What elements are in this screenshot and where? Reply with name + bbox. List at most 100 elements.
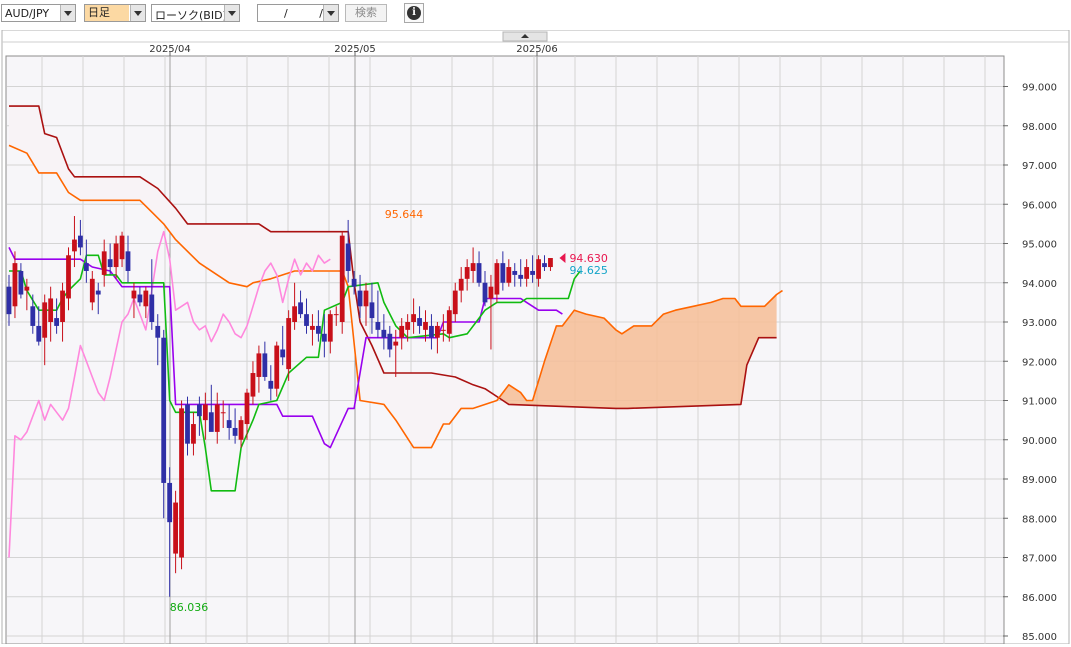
search-button[interactable]: 検索 (345, 4, 387, 22)
candle-down (185, 404, 190, 444)
candle-up (310, 325, 315, 330)
candle-up (48, 298, 54, 322)
chart-kind-value: ローソク(BID) (155, 9, 227, 22)
y-tick-label: 87.000 (1022, 554, 1057, 565)
candle-down (369, 302, 375, 319)
candle-up (286, 318, 292, 370)
candle-up (42, 302, 48, 338)
candle-up (411, 314, 416, 322)
candle-down (149, 294, 155, 322)
candle-up (250, 373, 256, 397)
candle-down (226, 420, 232, 428)
candle-up (191, 424, 196, 444)
candle-down (125, 251, 131, 271)
candle-up (488, 286, 494, 299)
candle-up (536, 259, 541, 279)
candle-down (137, 294, 143, 303)
x-tick-label: 2025/04 (149, 44, 191, 55)
y-tick-label: 89.000 (1022, 475, 1057, 486)
candle-up (327, 314, 333, 342)
candle-down (6, 286, 12, 315)
chevron-down-icon (130, 5, 145, 21)
candle-up (464, 267, 470, 279)
y-tick-label: 95.000 (1022, 240, 1057, 251)
candle-down (316, 325, 321, 334)
candle-down (500, 263, 506, 283)
date-input[interactable]: / / (257, 4, 339, 22)
info-icon: i (407, 6, 421, 20)
candle-down (36, 325, 42, 342)
candlestick-chart[interactable]: 99.000 98.000 97.000 96.000 95.000 94.000 93.0… (0, 29, 1071, 645)
chevron-down-icon (323, 5, 338, 21)
candle-up (274, 345, 280, 389)
low-price-label: 86.036 (170, 601, 209, 614)
candle-down (298, 302, 303, 315)
candle-down (54, 318, 59, 326)
candle-down (83, 263, 89, 271)
candle-up (113, 243, 119, 268)
candle-up (470, 263, 476, 271)
chevron-down-icon (60, 5, 75, 21)
candle-down (262, 353, 268, 377)
candle-up (131, 290, 137, 299)
candle-down (518, 274, 524, 279)
candle-down (381, 329, 387, 338)
candle-up (494, 263, 500, 295)
candle-up (423, 322, 428, 330)
timeframe-select[interactable]: 日足 (84, 4, 146, 22)
x-tick-label: 2025/05 (334, 44, 376, 55)
candle-down (345, 243, 351, 271)
candle-down (208, 412, 214, 432)
candle-up (440, 329, 446, 331)
candle-down (155, 325, 161, 338)
y-tick-label: 97.000 (1022, 161, 1057, 172)
candle-up (548, 258, 553, 268)
y-tick-label: 86.000 (1022, 593, 1057, 604)
candle-up (435, 325, 440, 338)
candle-down (417, 318, 422, 326)
info-button[interactable]: i (404, 3, 424, 23)
candle-up (72, 239, 77, 252)
y-tick-label: 91.000 (1022, 397, 1057, 408)
symbol-select[interactable]: AUD/JPY (1, 4, 76, 22)
candle-down (482, 282, 488, 303)
candle-up (458, 278, 464, 291)
candle-down (375, 322, 381, 330)
chart-kind-select[interactable]: ローソク(BID) (151, 4, 240, 22)
candle-up (399, 325, 405, 338)
candle-up (238, 420, 244, 440)
high-price-label: 95.644 (385, 208, 424, 221)
candle-down (357, 290, 363, 307)
y-tick-label: 96.000 (1022, 200, 1057, 211)
candle-up (393, 341, 399, 346)
candle-down (476, 263, 482, 283)
candle-up (66, 255, 71, 299)
candle-down (107, 259, 113, 268)
candle-up (202, 404, 208, 421)
candle-up (256, 353, 262, 377)
plot-area (5, 55, 1005, 645)
candle-down (167, 482, 173, 523)
candle-up (173, 502, 178, 554)
candle-up (292, 306, 297, 322)
symbol-value: AUD/JPY (5, 7, 50, 20)
candle-up (244, 392, 250, 425)
candle-down (95, 290, 101, 295)
candle-up (143, 290, 149, 307)
candle-up (214, 404, 220, 432)
chevron-down-icon (224, 5, 239, 21)
candle-up (220, 412, 226, 414)
candle-down (232, 427, 238, 436)
candle-down (197, 404, 202, 417)
candle-up (179, 408, 184, 558)
candle-down (387, 333, 393, 350)
collapse-toggle[interactable] (502, 31, 548, 42)
y-tick-label: 90.000 (1022, 436, 1057, 447)
candle-down (429, 325, 434, 338)
candle-up (405, 322, 411, 330)
candle-down (530, 270, 535, 275)
candle-down (280, 349, 286, 358)
candle-up (60, 290, 65, 322)
chart-area[interactable]: 99.000 98.000 97.000 96.000 95.000 94.000 93.0… (0, 29, 1071, 645)
x-tick-label: 2025/06 (516, 44, 558, 55)
